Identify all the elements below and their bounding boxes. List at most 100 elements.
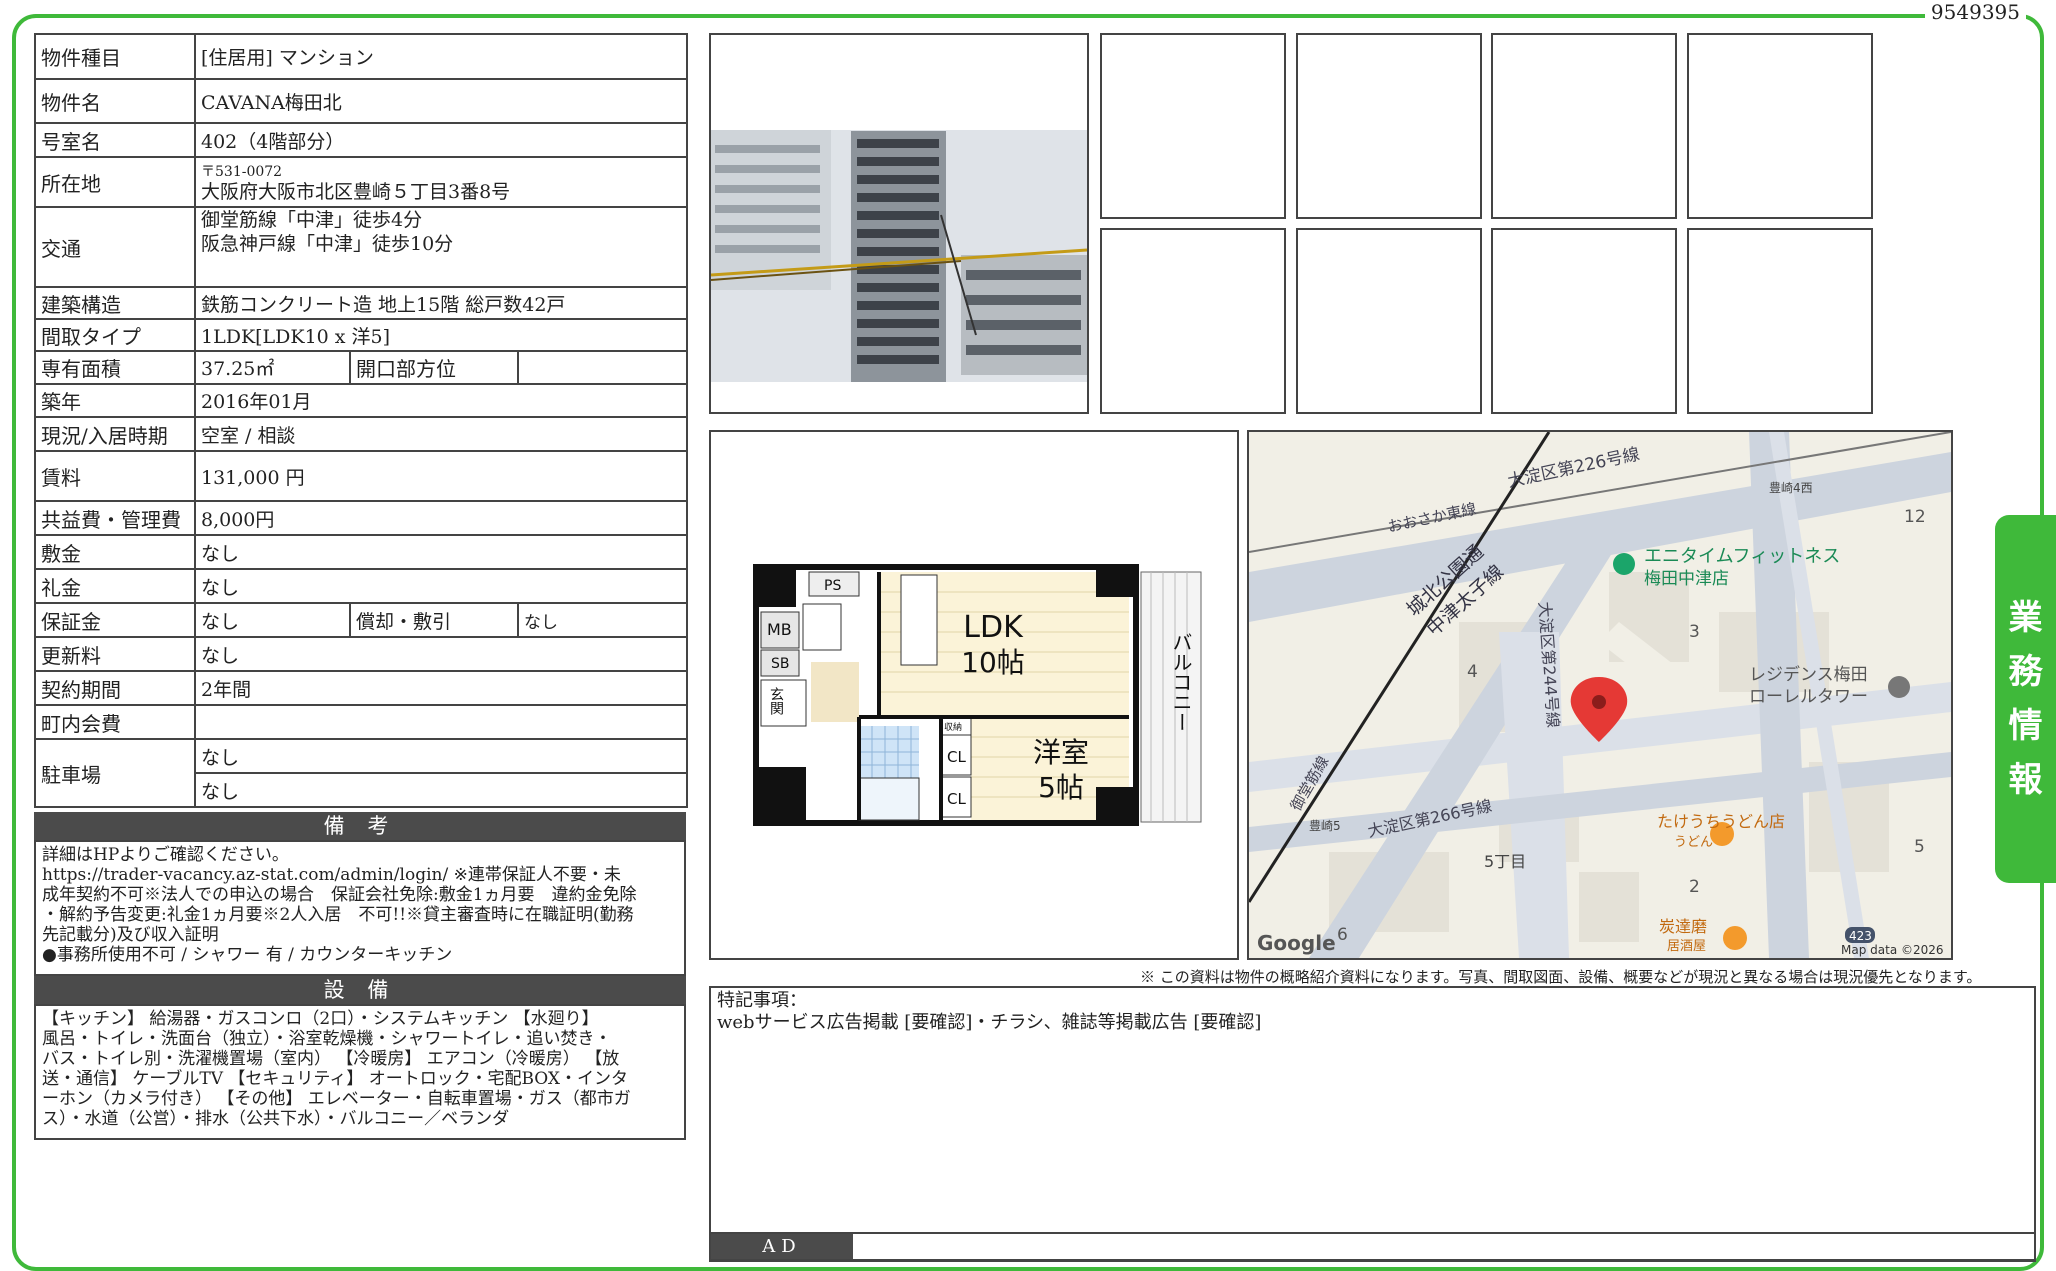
layout-label: 間取タイプ [34,318,196,352]
ps-label: PS [824,578,841,594]
map-poi-name: エニタイムフィットネス [1644,546,1840,567]
status-value: 空室 / 相談 [194,416,688,452]
photo-thumbnail[interactable] [1687,33,1873,219]
building-photo[interactable] [709,33,1089,414]
rent-value: 131,000 円 [194,450,688,502]
equipment-line: 【キッチン】 給湯器・ガスコンロ（2口）・システムキッチン 【水廻り】 [42,1009,599,1029]
equipment-line: ス）・水道（公営）・排水（公共下水）・バルコニー／ベランダ [42,1109,510,1129]
contract-label: 契約期間 [34,670,196,706]
map-block-number: 12 [1904,507,1926,527]
photo-thumbnail[interactable] [1296,33,1482,219]
map-poi-name: たけうちうどん店 [1657,812,1785,831]
balcony-label: バルコニー [1169,632,1193,732]
address-label: 所在地 [34,156,196,208]
fee-value: 8,000円 [194,500,688,536]
map-block-number: 2 [1689,877,1700,897]
name-label: 物件名 [34,78,196,124]
notes-line: ・解約予告変更:礼金1ヵ月要※2人入居 不可!!※貸主審査時に在職証明(勤務 [42,905,634,925]
parking-value-1: なし [194,738,688,774]
entrance-label: 玄関 [768,686,784,716]
renewal-label: 更新料 [34,636,196,672]
photo-thumbnail[interactable] [1687,228,1873,414]
type-label: 物件種目 [34,33,196,80]
map-block-number: 4 [1467,662,1478,682]
western-room-size: 5帖 [1038,771,1084,804]
guarantee-label: 保証金 [34,602,196,638]
status-label: 現況/入居時期 [34,416,196,452]
name-value: CAVANA梅田北 [194,78,688,124]
room-label: 号室名 [34,122,196,158]
direction-value [517,350,688,385]
fee-label: 共益費・管理費 [34,500,196,536]
structure-label: 建築構造 [34,286,196,320]
area-value: 37.25㎡ [194,350,351,385]
ldk-label: LDK [963,610,1024,645]
western-room-label: 洋室 [1033,736,1089,769]
map-poi-name: うどん [1674,835,1713,850]
structure-value: 鉄筋コンクリート造 地上15階 総戸数42戸 [194,286,688,320]
floor-plan-drawing: LDK 10帖 洋室 5帖 バルコニー PS MB SB 玄関 収納 CL CL [753,564,1202,826]
map-poi-name: 居酒屋 [1667,939,1706,954]
map-block-number: 3 [1689,622,1700,642]
location-map[interactable]: 大淀区第226号線 おおさか東線 城北公園通 中津太子線 大淀区第244号線 大… [1247,430,1953,960]
side-tab-char: 情 [2008,706,2043,746]
photo-thumbnail[interactable] [1491,228,1677,414]
equipment-header: 設 備 [34,976,686,1004]
transit-label: 交通 [34,206,196,288]
transit-line-2: 阪急神戸線「中津」徒歩10分 [201,233,454,255]
map-area-label: 5丁目 [1484,852,1526,871]
notes-header: 備 考 [34,812,686,840]
map-block-number: 6 [1337,925,1348,945]
map-poi-name: 炭達磨 [1659,917,1707,936]
ad-bar: AD [709,1232,2036,1261]
closet-label-1: CL [947,748,966,766]
community-fee-label: 町内会費 [34,704,196,740]
remarks-text: webサービス広告掲載 [要確認]・チラシ、雑誌等掲載広告 [要確認] [717,1012,1262,1033]
photo-thumbnail[interactable] [1100,33,1286,219]
equipment-line: バス・トイレ別・洗濯機置場（室内） 【冷暖房】 エアコン（冷暖房） 【放 [42,1049,620,1069]
parking-label: 駐車場 [34,738,196,808]
photo-thumbnail[interactable] [1100,228,1286,414]
notes-line: 詳細はHPよりご確認ください。 [42,845,289,865]
keymoney-value: なし [194,568,688,604]
renewal-value: なし [194,636,688,672]
special-remarks-box: 特記事項： webサービス広告掲載 [要確認]・チラシ、雑誌等掲載広告 [要確認… [709,986,2036,1262]
map-block-number: 5 [1914,837,1925,857]
deposit-value: なし [194,534,688,570]
google-logo: Google [1257,931,1336,955]
ad-label: AD [711,1234,853,1259]
keymoney-label: 礼金 [34,568,196,604]
layout-value: 1LDK[LDK10 x 洋5] [194,318,688,352]
direction-label: 開口部方位 [349,350,519,385]
side-tab-char: 報 [2008,760,2043,800]
built-value: 2016年01月 [194,383,688,418]
equipment-line: 風呂・トイレ・洗面台（独立）・浴室乾燥機・シャワートイレ・追い焚き・ [42,1029,612,1049]
photo-thumbnail[interactable] [1491,33,1677,219]
building-photo-image [710,130,1088,412]
mb-label: MB [767,620,792,639]
guarantee-value: なし [194,602,351,638]
map-poi-name: 梅田中津店 [1644,569,1729,589]
equipment-line: 送・通信】 ケーブルTV 【セキュリティ】 オートロック・宅配BOX・インタ [42,1069,628,1089]
ldk-size: 10帖 [961,646,1025,679]
room-value: 402（4階部分） [194,122,688,158]
notes-line: ●事務所使用不可 / シャワー 有 / カウンターキッチン [42,945,453,965]
rent-label: 賃料 [34,450,196,502]
storage-label: 収納 [944,721,962,733]
amortization-value: なし [517,602,688,638]
closet-label-2: CL [947,790,966,808]
disclaimer-text: ※ この資料は物件の概略紹介資料になります。写真、間取図面、設備、概要などが現況… [1140,968,1982,986]
map-credit: Map data ©2026 [1841,943,1944,957]
address-value: 大阪府大阪市北区豊崎５丁目3番8号 [201,181,511,203]
sb-label: SB [771,656,790,672]
equipment-box: 【キッチン】 給湯器・ガスコンロ（2口）・システムキッチン 【水廻り】 風呂・ト… [34,1004,686,1140]
map-area-label: 豊崎4西 [1769,481,1813,495]
floor-plan[interactable]: LDK 10帖 洋室 5帖 バルコニー PS MB SB 玄関 収納 CL CL [709,430,1239,960]
notes-box: 詳細はHPよりご確認ください。 https://trader-vacancy.a… [34,840,686,976]
property-info-table: 物件種目 [住居用] マンション 物件名 CAVANA梅田北 号室名 402（4階部分… [34,33,688,808]
map-poi-name: レジデンス梅田 [1749,664,1868,685]
business-info-tab[interactable]: 業 務 情 報 [1995,515,2056,883]
photo-thumbnail[interactable] [1296,228,1482,414]
map-poi-name: ローレルタワー [1749,687,1868,707]
deposit-label: 敷金 [34,534,196,570]
